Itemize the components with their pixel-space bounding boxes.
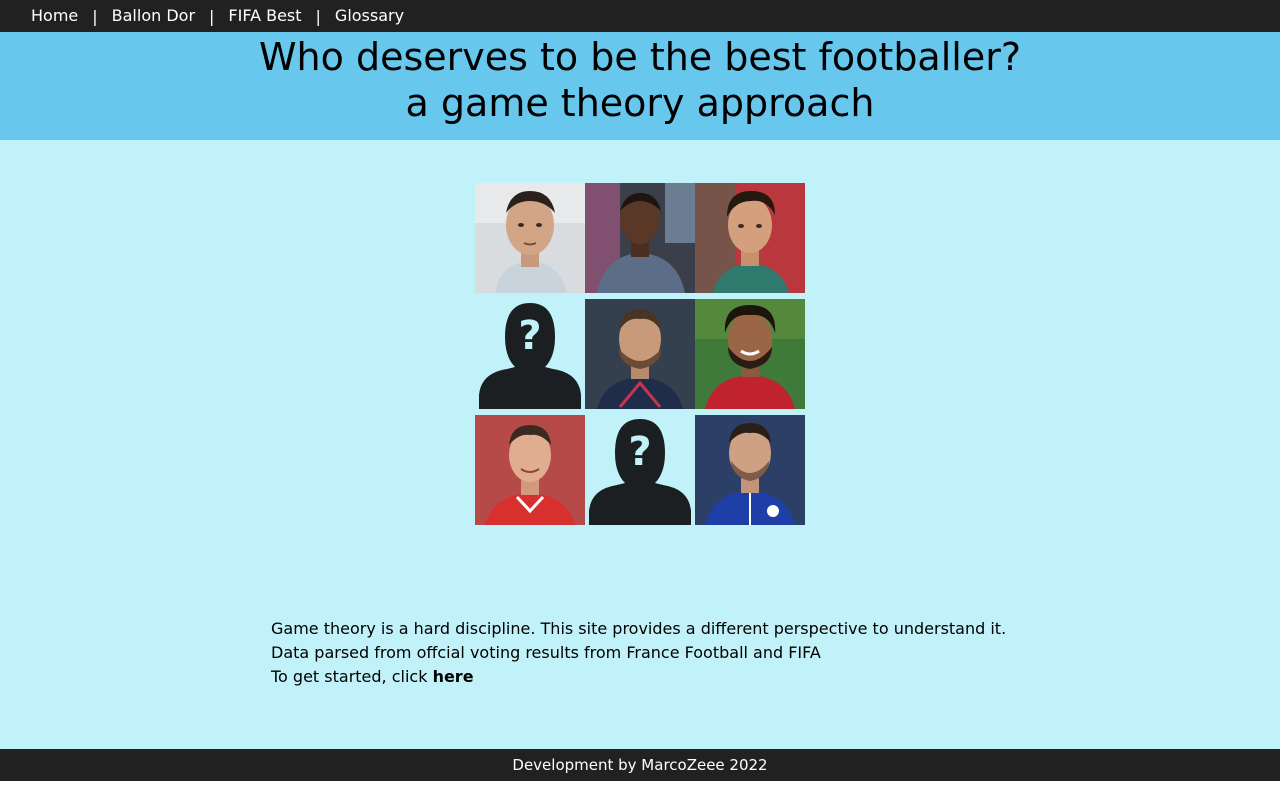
nav-separator: | xyxy=(92,6,98,26)
page-title-line-1: Who deserves to be the best footballer? xyxy=(258,35,1022,79)
intro-line-2: Data parsed from offcial voting results … xyxy=(271,643,821,662)
unknown-player-tile-2: ? xyxy=(585,415,695,525)
nav-home-link[interactable]: Home xyxy=(31,0,78,32)
player-photo-7 xyxy=(695,415,805,525)
nav-fifa-best-link[interactable]: FIFA Best xyxy=(228,0,301,32)
page-title-line-2: a game theory approach xyxy=(405,81,875,125)
top-nav: Home | Ballon Dor | FIFA Best | Glossary xyxy=(0,0,1280,32)
player-photo-1 xyxy=(475,183,585,293)
player-photo-6 xyxy=(475,415,585,525)
intro-line-3-prefix: To get started, click xyxy=(271,667,433,686)
main-content: ? ? Game theory is a hard discipline. Th… xyxy=(0,140,1280,749)
question-mark-glyph: ? xyxy=(518,313,541,359)
footer-credit: Development by MarcoZeee 2022 xyxy=(512,756,768,774)
unknown-person-icon: ? xyxy=(475,299,585,409)
page-title: Who deserves to be the best footballer? … xyxy=(0,32,1280,126)
player-photo-5 xyxy=(695,299,805,409)
header-banner: Who deserves to be the best footballer? … xyxy=(0,32,1280,140)
player-photo-2 xyxy=(585,183,695,293)
get-started-link[interactable]: here xyxy=(433,667,474,686)
player-photo-4 xyxy=(585,299,695,409)
intro-text: Game theory is a hard discipline. This s… xyxy=(271,617,1071,689)
nav-separator: | xyxy=(209,6,215,26)
question-mark-glyph: ? xyxy=(628,429,651,475)
intro-line-3: To get started, click here xyxy=(271,665,1071,689)
nav-separator: | xyxy=(315,6,321,26)
player-photo-3 xyxy=(695,183,805,293)
nav-glossary-link[interactable]: Glossary xyxy=(335,0,404,32)
footer: Development by MarcoZeee 2022 xyxy=(0,749,1280,781)
nav-ballon-dor-link[interactable]: Ballon Dor xyxy=(112,0,195,32)
intro-line-1: Game theory is a hard discipline. This s… xyxy=(271,619,1007,638)
unknown-player-tile-1: ? xyxy=(475,299,585,409)
unknown-person-icon: ? xyxy=(585,415,695,525)
